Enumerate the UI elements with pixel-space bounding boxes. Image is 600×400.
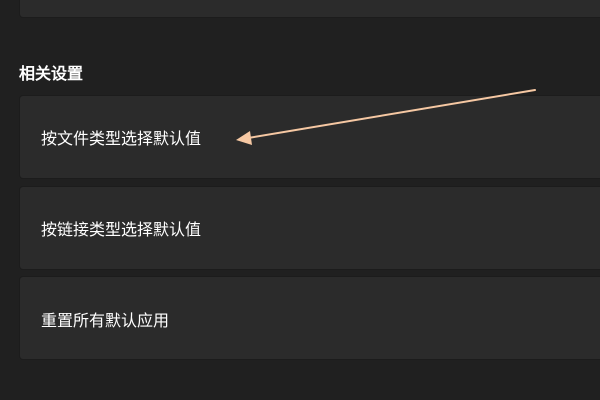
- previous-setting-card[interactable]: [19, 0, 600, 18]
- section-title-related-settings: 相关设置: [19, 64, 84, 83]
- choose-defaults-by-file-type-card[interactable]: 按文件类型选择默认值: [19, 95, 600, 179]
- choose-defaults-by-link-type-card[interactable]: 按链接类型选择默认值: [19, 186, 600, 270]
- reset-all-default-apps-label: 重置所有默认应用: [41, 311, 170, 330]
- settings-page: 相关设置 按文件类型选择默认值 按链接类型选择默认值 重置所有默认应用: [0, 0, 600, 400]
- choose-defaults-by-file-type-label: 按文件类型选择默认值: [41, 129, 202, 148]
- choose-defaults-by-link-type-label: 按链接类型选择默认值: [41, 220, 202, 239]
- reset-all-default-apps-card[interactable]: 重置所有默认应用: [19, 276, 600, 360]
